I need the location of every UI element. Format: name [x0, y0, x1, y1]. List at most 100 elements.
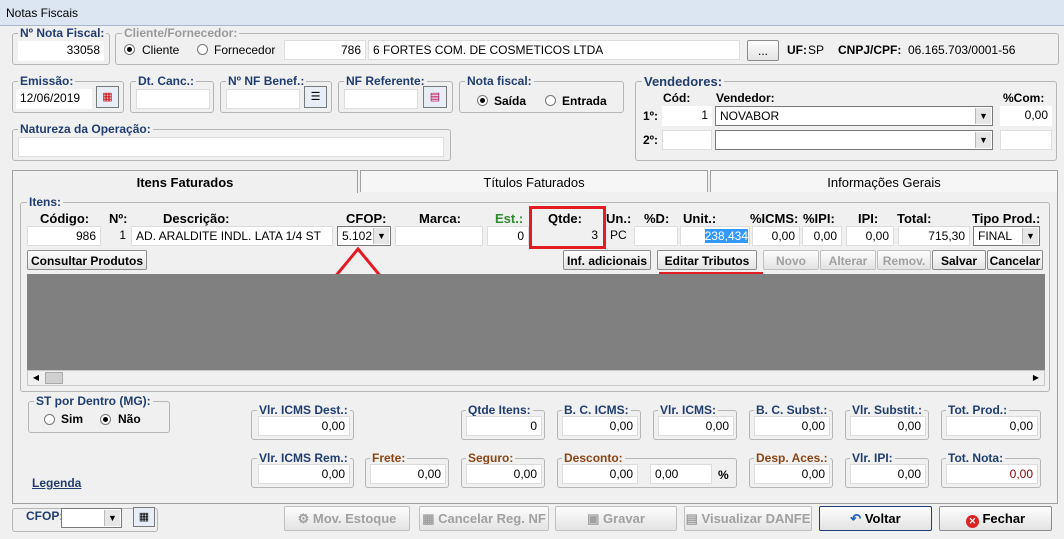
editar-tributos-button[interactable]: Editar Tributos [657, 250, 757, 270]
item-unit[interactable]: 238,434 [680, 226, 750, 246]
cfop-footer-select[interactable]: ▼ [61, 508, 122, 528]
tot-prod-value[interactable]: 0,00 [946, 416, 1038, 436]
voltar-button[interactable]: ↶ Voltar [819, 506, 932, 531]
vend-row1-com[interactable]: 0,00 [1000, 106, 1052, 126]
radio-st-sim[interactable] [44, 414, 55, 425]
inf-adicionais-button[interactable]: Inf. adicionais [563, 250, 651, 270]
salvar-button[interactable]: Salvar [932, 250, 986, 270]
gravar-button[interactable]: ▣ Gravar [555, 506, 677, 531]
alterar-button[interactable]: Alterar [820, 250, 876, 270]
vipi-label: Vlr. IPI: [850, 451, 895, 465]
mov-estoque-button[interactable]: ⚙ Mov. Estoque [284, 506, 410, 531]
item-pd[interactable] [634, 226, 678, 246]
desconto-pct-input[interactable]: 0,00 [650, 464, 712, 484]
browse-button[interactable]: ... [747, 40, 779, 61]
emissao-date[interactable]: 12/06/2019 [16, 89, 92, 109]
radio-cliente[interactable] [124, 44, 135, 55]
nfbenef-input[interactable] [226, 89, 300, 109]
item-cfop: 5.102 [342, 229, 373, 243]
undo-arrow-icon: ↶ [850, 511, 862, 526]
vipi-value[interactable]: 0,00 [850, 464, 926, 484]
bc-subst-label: B. C. Subst.: [754, 403, 830, 417]
emissao-label: Emissão: [18, 74, 76, 88]
vend-row2-select[interactable]: ▼ [715, 130, 993, 150]
fechar-button[interactable]: ✕ Fechar [939, 506, 1052, 531]
chevron-down-icon[interactable]: ▼ [975, 108, 991, 124]
vend-row1-select[interactable]: NOVABOR ▼ [715, 106, 993, 126]
item-un: PC [610, 228, 627, 242]
visualizar-danfe-button[interactable]: ▤ Visualizar DANFE [684, 506, 812, 531]
dtcanc-input[interactable] [136, 89, 210, 109]
radio-entrada-label: Entrada [562, 94, 607, 108]
scroll-right-icon[interactable]: ▶ [1028, 371, 1044, 385]
qtde-itens-value[interactable]: 0 [466, 416, 542, 436]
consultar-produtos-button[interactable]: Consultar Produtos [27, 250, 147, 270]
document-icon: ▤ [685, 511, 698, 526]
list-icon[interactable]: ☰ [304, 86, 327, 108]
radio-fornecedor[interactable] [197, 44, 208, 55]
gravar-label: Gravar [603, 511, 645, 526]
vicms-rem-value[interactable]: 0,00 [258, 464, 350, 484]
vicms-value[interactable]: 0,00 [658, 416, 734, 436]
cliente-name[interactable]: 6 FORTES COM. DE COSMETICOS LTDA [368, 40, 740, 60]
radio-st-nao[interactable] [100, 414, 111, 425]
legenda-link[interactable]: Legenda [32, 476, 81, 490]
novo-button[interactable]: Novo [763, 250, 819, 270]
bc-icms-value[interactable]: 0,00 [562, 416, 638, 436]
desp-value[interactable]: 0,00 [754, 464, 830, 484]
chevron-down-icon[interactable]: ▼ [373, 228, 389, 244]
cancelar-reg-button[interactable]: ▦ Cancelar Reg. NF [419, 506, 549, 531]
cancelar-button[interactable]: Cancelar [987, 250, 1043, 270]
voltar-label: Voltar [864, 511, 901, 526]
item-ipi[interactable]: 0,00 [846, 226, 894, 246]
vsubst-value[interactable]: 0,00 [850, 416, 926, 436]
chevron-down-icon[interactable]: ▼ [104, 510, 120, 526]
item-codigo[interactable]: 986 [27, 226, 101, 246]
cliente-label: Cliente/Fornecedor: [122, 26, 240, 40]
natureza-input[interactable] [18, 137, 444, 157]
seguro-value[interactable]: 0,00 [466, 464, 542, 484]
horizontal-scrollbar[interactable]: ◀ ▶ [27, 370, 1045, 386]
vend-row2-com[interactable] [1000, 130, 1052, 150]
radio-fornecedor-label: Fornecedor [214, 43, 276, 57]
desconto-value[interactable]: 0,00 [562, 464, 638, 484]
nfref-input[interactable] [344, 89, 418, 109]
vend-row1-cod[interactable]: 1 [662, 106, 712, 126]
tab-titulos-faturados[interactable]: Títulos Faturados [360, 170, 708, 192]
item-icms[interactable]: 0,00 [752, 226, 800, 246]
remover-button[interactable]: Remov. [877, 250, 931, 270]
vicms-dest-value[interactable]: 0,00 [258, 416, 350, 436]
item-ipi-pct[interactable]: 0,00 [802, 226, 842, 246]
visualizar-danfe-label: Visualizar DANFE [701, 511, 811, 526]
bc-subst-value[interactable]: 0,00 [754, 416, 830, 436]
tot-nota-value[interactable]: 0,00 [946, 464, 1038, 484]
vsubst-label: Vlr. Substit.: [850, 403, 925, 417]
item-descricao[interactable]: AD. ARALDITE INDL. LATA 1/4 ST [131, 226, 333, 246]
tab-itens-faturados[interactable]: Itens Faturados [12, 170, 358, 193]
vend-row2-cod[interactable] [662, 130, 712, 150]
cliente-code[interactable]: 786 [284, 40, 366, 60]
radio-st-sim-label: Sim [61, 412, 84, 426]
items-grid[interactable] [27, 274, 1045, 370]
nfref-label: NF Referente: [344, 74, 427, 88]
uf-value: SP [808, 43, 825, 57]
item-est[interactable]: 0 [487, 226, 529, 246]
chevron-down-icon[interactable]: ▼ [975, 132, 991, 148]
scroll-left-icon[interactable]: ◀ [28, 371, 44, 385]
frete-value[interactable]: 0,00 [370, 464, 446, 484]
scroll-thumb[interactable] [45, 372, 63, 384]
item-total[interactable]: 715,30 [898, 226, 970, 246]
tab-informacoes-gerais[interactable]: Informações Gerais [710, 170, 1058, 192]
item-tipo: FINAL [978, 229, 1013, 243]
chevron-down-icon[interactable]: ▼ [1022, 228, 1038, 244]
item-cfop-select[interactable]: 5.102 ▼ [337, 226, 391, 246]
nf-number[interactable]: 33058 [18, 41, 104, 61]
calendar-icon[interactable]: ▦ [96, 86, 119, 108]
document-icon[interactable]: ▤ [423, 86, 447, 108]
radio-entrada[interactable] [545, 95, 556, 106]
radio-saida[interactable] [477, 95, 488, 106]
grid-icon[interactable]: ▦ [133, 507, 155, 527]
col-pd: %D: [644, 211, 670, 226]
item-tipo-select[interactable]: FINAL ▼ [973, 226, 1040, 246]
item-marca[interactable] [395, 226, 483, 246]
